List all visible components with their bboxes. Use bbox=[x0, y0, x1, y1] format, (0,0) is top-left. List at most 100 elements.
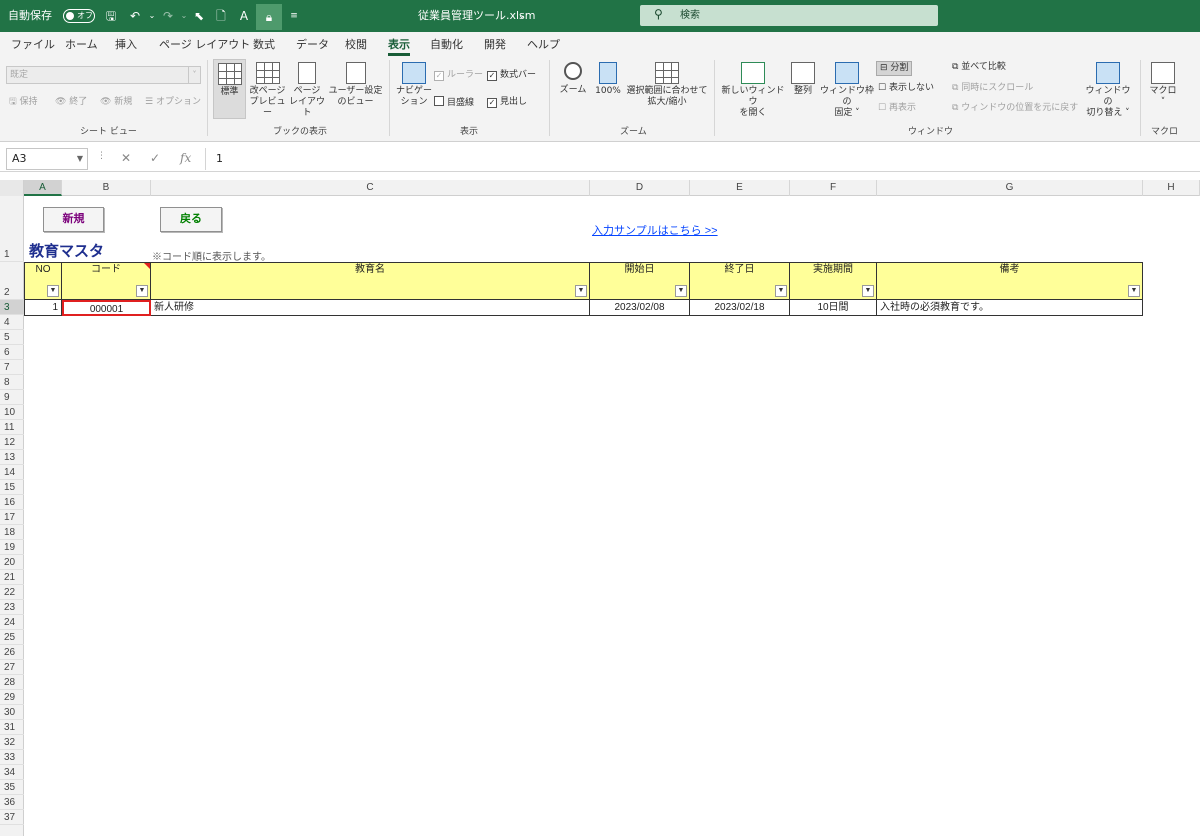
undo-dropdown-icon[interactable]: ⌄ bbox=[144, 8, 160, 24]
insert-function-icon[interactable]: fx bbox=[180, 151, 191, 165]
row-header-7[interactable]: 7 bbox=[0, 360, 24, 375]
row-header-37[interactable]: 37 bbox=[0, 810, 24, 825]
new-window-button[interactable]: 新しいウィンドウ を開く bbox=[720, 62, 786, 119]
row-header-34[interactable]: 34 bbox=[0, 765, 24, 780]
new-record-button[interactable]: 新規 bbox=[43, 207, 104, 232]
row-header-4[interactable]: 4 bbox=[0, 315, 24, 330]
back-button[interactable]: 戻る bbox=[160, 207, 222, 232]
document-icon[interactable]: 🗋 bbox=[213, 8, 229, 24]
formula-input[interactable]: 1 bbox=[205, 148, 1195, 170]
hide-window-button[interactable]: ☐ 表示しない bbox=[878, 82, 934, 95]
row-header-29[interactable]: 29 bbox=[0, 690, 24, 705]
column-header-e[interactable]: E bbox=[690, 180, 790, 196]
row-header-23[interactable]: 23 bbox=[0, 600, 24, 615]
row-header-2[interactable]: 2 bbox=[0, 262, 24, 300]
text-box-icon[interactable]: A bbox=[236, 8, 252, 24]
cell-b3[interactable]: 000001 bbox=[62, 300, 151, 316]
lock-icon[interactable]: 🔒︎ bbox=[256, 4, 282, 30]
headings-checkbox[interactable]: ✓ 見出し bbox=[487, 96, 527, 109]
row-header-6[interactable]: 6 bbox=[0, 345, 24, 360]
freeze-panes-button[interactable]: ウィンドウ枠の 固定 ˅ bbox=[819, 62, 875, 119]
row-header-24[interactable]: 24 bbox=[0, 615, 24, 630]
row-header-33[interactable]: 33 bbox=[0, 750, 24, 765]
gridlines-checkbox[interactable]: 目盛線 bbox=[434, 96, 474, 110]
navigation-button[interactable]: ナビゲー ション bbox=[395, 62, 433, 108]
customize-toolbar-icon[interactable]: ≡ bbox=[286, 8, 302, 24]
tab-home[interactable]: ホーム bbox=[65, 36, 98, 54]
row-header-20[interactable]: 20 bbox=[0, 555, 24, 570]
cancel-icon[interactable]: ✕ bbox=[121, 151, 131, 165]
filter-dropdown-icon[interactable]: ▼ bbox=[675, 285, 687, 297]
row-header-30[interactable]: 30 bbox=[0, 705, 24, 720]
cell-c3[interactable]: 新人研修 bbox=[151, 300, 590, 316]
formula-bar-checkbox[interactable]: ✓ 数式バー bbox=[487, 69, 536, 82]
row-header-9[interactable]: 9 bbox=[0, 390, 24, 405]
tab-developer[interactable]: 開発 bbox=[484, 36, 506, 54]
tab-help[interactable]: ヘルプ bbox=[527, 36, 560, 54]
row-header-35[interactable]: 35 bbox=[0, 780, 24, 795]
row-header-1[interactable]: 1 bbox=[0, 196, 24, 262]
cell-e3[interactable]: 2023/02/18 bbox=[690, 300, 790, 316]
custom-views-button[interactable]: ユーザー設定 のビュー bbox=[328, 62, 383, 108]
row-header-31[interactable]: 31 bbox=[0, 720, 24, 735]
zoom-to-selection-button[interactable]: 選択範囲に合わせて 拡大/縮小 bbox=[626, 62, 708, 108]
row-header-22[interactable]: 22 bbox=[0, 585, 24, 600]
row-header-14[interactable]: 14 bbox=[0, 465, 24, 480]
row-header-26[interactable]: 26 bbox=[0, 645, 24, 660]
row-header-28[interactable]: 28 bbox=[0, 675, 24, 690]
zoom-100-button[interactable]: 100% bbox=[592, 62, 624, 97]
row-header-18[interactable]: 18 bbox=[0, 525, 24, 540]
normal-view-button[interactable]: 標準 bbox=[213, 59, 246, 119]
filter-dropdown-icon[interactable]: ▼ bbox=[136, 285, 148, 297]
row-header-27[interactable]: 27 bbox=[0, 660, 24, 675]
redo-icon[interactable]: ↷ bbox=[160, 8, 176, 24]
search-box[interactable]: ⚲ 検索 bbox=[640, 5, 938, 26]
cell-d3[interactable]: 2023/02/08 bbox=[590, 300, 690, 316]
column-header-c[interactable]: C bbox=[151, 180, 590, 196]
column-header-h[interactable]: H bbox=[1143, 180, 1200, 196]
redo-dropdown-icon[interactable]: ⌄ bbox=[176, 8, 192, 24]
row-header-16[interactable]: 16 bbox=[0, 495, 24, 510]
row-header-21[interactable]: 21 bbox=[0, 570, 24, 585]
tab-view[interactable]: 表示 bbox=[388, 36, 410, 56]
filter-dropdown-icon[interactable]: ▼ bbox=[575, 285, 587, 297]
page-layout-view-button[interactable]: ページ レイアウト bbox=[288, 62, 326, 119]
row-header-15[interactable]: 15 bbox=[0, 480, 24, 495]
row-header-5[interactable]: 5 bbox=[0, 330, 24, 345]
input-sample-link[interactable]: 入力サンプルはこちら >> bbox=[592, 222, 718, 238]
name-box[interactable]: A3 ▼ bbox=[6, 148, 88, 170]
chevron-down-icon[interactable]: ▼ bbox=[77, 149, 83, 169]
tab-formulas[interactable]: 数式 bbox=[253, 36, 275, 54]
macros-button[interactable]: マクロ ˅ bbox=[1146, 62, 1180, 108]
filter-dropdown-icon[interactable]: ▼ bbox=[775, 285, 787, 297]
cell-g3[interactable]: 入社時の必須教育です。 bbox=[877, 300, 1143, 316]
column-header-b[interactable]: B bbox=[62, 180, 151, 196]
save-icon[interactable]: 🖫 bbox=[103, 8, 119, 24]
column-header-g[interactable]: G bbox=[877, 180, 1143, 196]
autosave-toggle[interactable]: オフ bbox=[63, 9, 95, 23]
undo-icon[interactable]: ↶ bbox=[127, 8, 143, 24]
row-header-3[interactable]: 3 bbox=[0, 300, 24, 315]
row-header-19[interactable]: 19 bbox=[0, 540, 24, 555]
tab-review[interactable]: 校閲 bbox=[345, 36, 367, 54]
confirm-icon[interactable]: ✓ bbox=[150, 151, 160, 165]
row-header-17[interactable]: 17 bbox=[0, 510, 24, 525]
cell-f3[interactable]: 10日間 bbox=[790, 300, 877, 316]
split-button[interactable]: ⊟ 分割 bbox=[876, 61, 913, 76]
select-all-corner[interactable] bbox=[0, 180, 24, 196]
row-header-36[interactable]: 36 bbox=[0, 795, 24, 810]
tab-automate[interactable]: 自動化 bbox=[430, 36, 463, 54]
row-header-11[interactable]: 11 bbox=[0, 420, 24, 435]
switch-windows-button[interactable]: ウィンドウの 切り替え ˅ bbox=[1082, 62, 1134, 119]
view-side-by-side-button[interactable]: ⧉ 並べて比較 bbox=[952, 61, 1006, 74]
tab-insert[interactable]: 挿入 bbox=[115, 36, 137, 54]
tab-page-layout[interactable]: ページ レイアウト bbox=[159, 36, 250, 54]
column-header-a[interactable]: A bbox=[24, 180, 62, 196]
column-header-d[interactable]: D bbox=[590, 180, 690, 196]
row-header-10[interactable]: 10 bbox=[0, 405, 24, 420]
tab-data[interactable]: データ bbox=[296, 36, 329, 54]
pointer-icon[interactable]: ⬉ bbox=[191, 8, 207, 24]
row-header-25[interactable]: 25 bbox=[0, 630, 24, 645]
row-header-8[interactable]: 8 bbox=[0, 375, 24, 390]
filter-dropdown-icon[interactable]: ▼ bbox=[1128, 285, 1140, 297]
